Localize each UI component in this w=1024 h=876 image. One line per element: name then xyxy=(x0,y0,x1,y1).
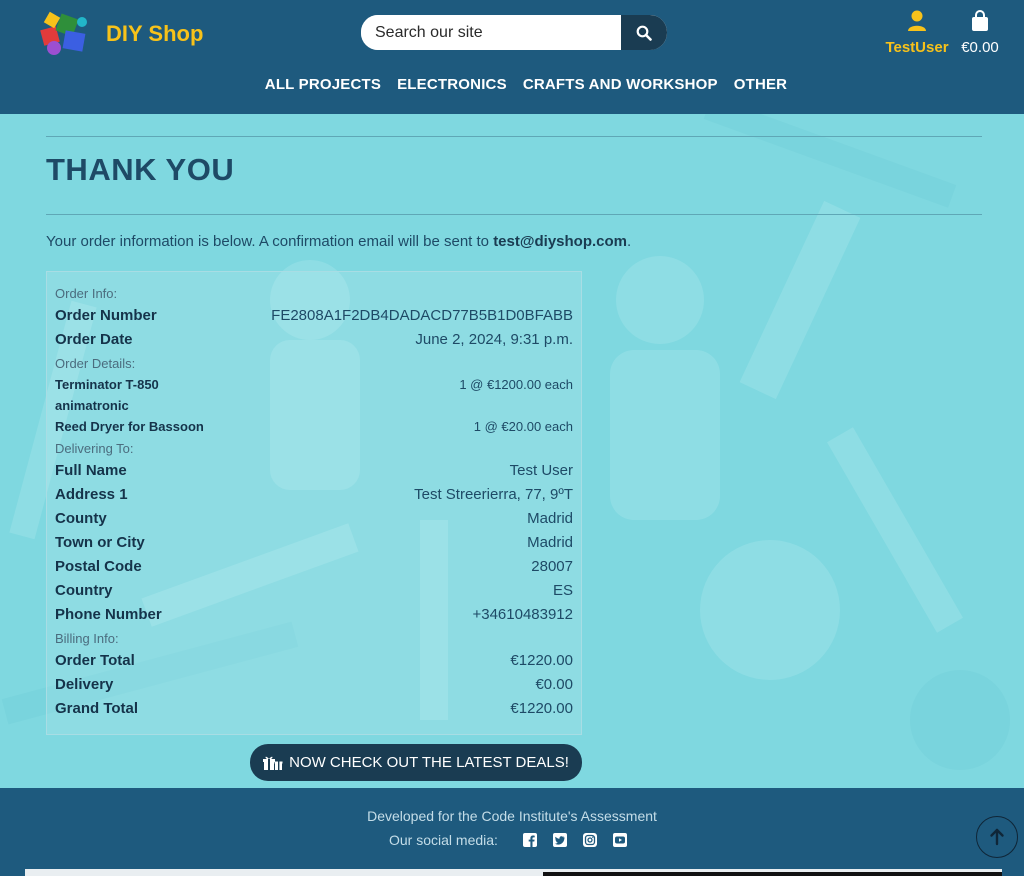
order-item-row: Reed Dryer for Bassoon 1 @ €20.00 each xyxy=(55,416,573,437)
divider xyxy=(46,214,982,215)
main-nav: ALL PROJECTS ELECTRONICS CRAFTS AND WORK… xyxy=(0,76,1024,93)
brand-name: DIY Shop xyxy=(106,21,204,46)
intro-text: Your order information is below. A confi… xyxy=(46,233,631,250)
account-menu[interactable]: TestUser xyxy=(885,10,949,56)
horizontal-scrollbar[interactable] xyxy=(25,869,1002,876)
delivery-key: Country xyxy=(55,582,113,599)
facebook-link[interactable] xyxy=(522,832,538,848)
youtube-icon xyxy=(612,833,627,847)
latest-deals-button[interactable]: NOW CHECK OUT THE LATEST DEALS! xyxy=(250,744,582,781)
billing-key: Delivery xyxy=(55,676,114,693)
divider xyxy=(46,136,982,137)
search-input[interactable] xyxy=(361,15,621,50)
shopping-bag-icon xyxy=(972,10,988,31)
order-details-label: Order Details: xyxy=(55,356,136,371)
account-label: TestUser xyxy=(885,39,949,56)
billing-row: Order Total €1220.00 xyxy=(55,649,573,673)
logo-link[interactable]: DIY Shop xyxy=(36,10,203,58)
delivery-row: County Madrid xyxy=(55,507,573,531)
instagram-link[interactable] xyxy=(582,832,598,848)
delivering-to-label: Delivering To: xyxy=(55,441,134,456)
delivery-value: Madrid xyxy=(527,510,573,527)
order-item-row: Terminator T-850 animatronic 1 @ €1200.0… xyxy=(55,374,573,416)
billing-key: Grand Total xyxy=(55,700,139,717)
order-item-qty-price: 1 @ €1200.00 each xyxy=(459,377,573,392)
delivery-value: Madrid xyxy=(527,534,573,551)
order-item-name: Reed Dryer for Bassoon xyxy=(55,419,204,434)
nav-other[interactable]: OTHER xyxy=(734,76,788,93)
gifts-icon xyxy=(263,756,283,770)
order-date-key: Order Date xyxy=(55,331,133,348)
twitter-link[interactable] xyxy=(552,832,568,848)
nav-all-projects[interactable]: ALL PROJECTS xyxy=(265,76,381,93)
delivery-key: Address 1 xyxy=(55,486,128,503)
billing-row: Grand Total €1220.00 xyxy=(55,697,573,721)
delivery-key: County xyxy=(55,510,107,527)
delivery-row: Country ES xyxy=(55,579,573,603)
intro-prefix: Your order information is below. A confi… xyxy=(46,233,494,250)
delivery-row: Town or City Madrid xyxy=(55,531,573,555)
delivery-row: Address 1 Test Streerierra, 77, 9ºT xyxy=(55,483,573,507)
confirmation-email: test@diyshop.com xyxy=(493,233,628,250)
delivery-row: Phone Number +34610483912 xyxy=(55,603,573,627)
delivery-key: Postal Code xyxy=(55,558,142,575)
billing-info-label: Billing Info: xyxy=(55,631,119,646)
nav-crafts-and-workshop[interactable]: CRAFTS AND WORKSHOP xyxy=(523,76,718,93)
order-summary: Order Info: Order Number FE2808A1F2DB4DA… xyxy=(46,271,582,735)
delivery-row: Postal Code 28007 xyxy=(55,555,573,579)
delivery-value: +34610483912 xyxy=(472,606,573,623)
delivery-key: Town or City xyxy=(55,534,145,551)
intro-suffix: . xyxy=(627,233,632,250)
footer-credit: Developed for the Code Institute's Asses… xyxy=(367,808,657,824)
nav-electronics[interactable]: ELECTRONICS xyxy=(397,76,507,93)
latest-deals-label: NOW CHECK OUT THE LATEST DEALS! xyxy=(289,754,569,771)
site-header: DIY Shop TestUser €0.00 ALL PROJECTS ELE… xyxy=(0,0,1024,114)
order-date-value: June 2, 2024, 9:31 p.m. xyxy=(415,331,573,348)
facebook-icon xyxy=(522,833,537,847)
arrow-up-icon xyxy=(990,828,1004,846)
billing-value: €1220.00 xyxy=(510,652,573,669)
search-bar xyxy=(360,14,668,51)
site-footer: Developed for the Code Institute's Asses… xyxy=(0,788,1024,876)
search-icon xyxy=(636,25,652,41)
page-title: THANK YOU xyxy=(46,152,235,187)
delivery-value: 28007 xyxy=(531,558,573,575)
back-to-top-button[interactable] xyxy=(976,816,1018,858)
order-item-name: Terminator T-850 animatronic xyxy=(55,377,159,413)
social-links: Our social media: xyxy=(389,832,628,848)
delivery-value: Test User xyxy=(509,462,573,479)
youtube-link[interactable] xyxy=(612,832,628,848)
instagram-icon xyxy=(582,833,597,847)
delivery-key: Full Name xyxy=(55,462,127,479)
order-item-qty-price: 1 @ €20.00 each xyxy=(473,419,573,434)
cart-total: €0.00 xyxy=(961,39,999,56)
order-number-key: Order Number xyxy=(55,307,157,324)
billing-row: Delivery €0.00 xyxy=(55,673,573,697)
user-icon xyxy=(908,10,926,31)
search-button[interactable] xyxy=(621,15,667,50)
social-media-label: Our social media: xyxy=(389,832,498,848)
order-date-row: Order Date June 2, 2024, 9:31 p.m. xyxy=(55,328,573,352)
billing-value: €1220.00 xyxy=(510,700,573,717)
twitter-icon xyxy=(552,833,567,847)
logo-icon xyxy=(40,11,87,55)
delivery-value: ES xyxy=(552,582,573,599)
billing-value: €0.00 xyxy=(535,676,573,693)
order-number-value: FE2808A1F2DB4DADACD77B5B1D0BFABB xyxy=(271,307,573,324)
scrollbar-thumb[interactable] xyxy=(543,872,1002,876)
order-info-label: Order Info: xyxy=(55,286,118,301)
billing-key: Order Total xyxy=(55,652,135,669)
cart-link[interactable]: €0.00 xyxy=(958,10,1002,56)
delivery-value: Test Streerierra, 77, 9ºT xyxy=(414,486,573,503)
delivery-row: Full Name Test User xyxy=(55,459,573,483)
delivery-key: Phone Number xyxy=(55,606,162,623)
order-number-row: Order Number FE2808A1F2DB4DADACD77B5B1D0… xyxy=(55,304,573,328)
